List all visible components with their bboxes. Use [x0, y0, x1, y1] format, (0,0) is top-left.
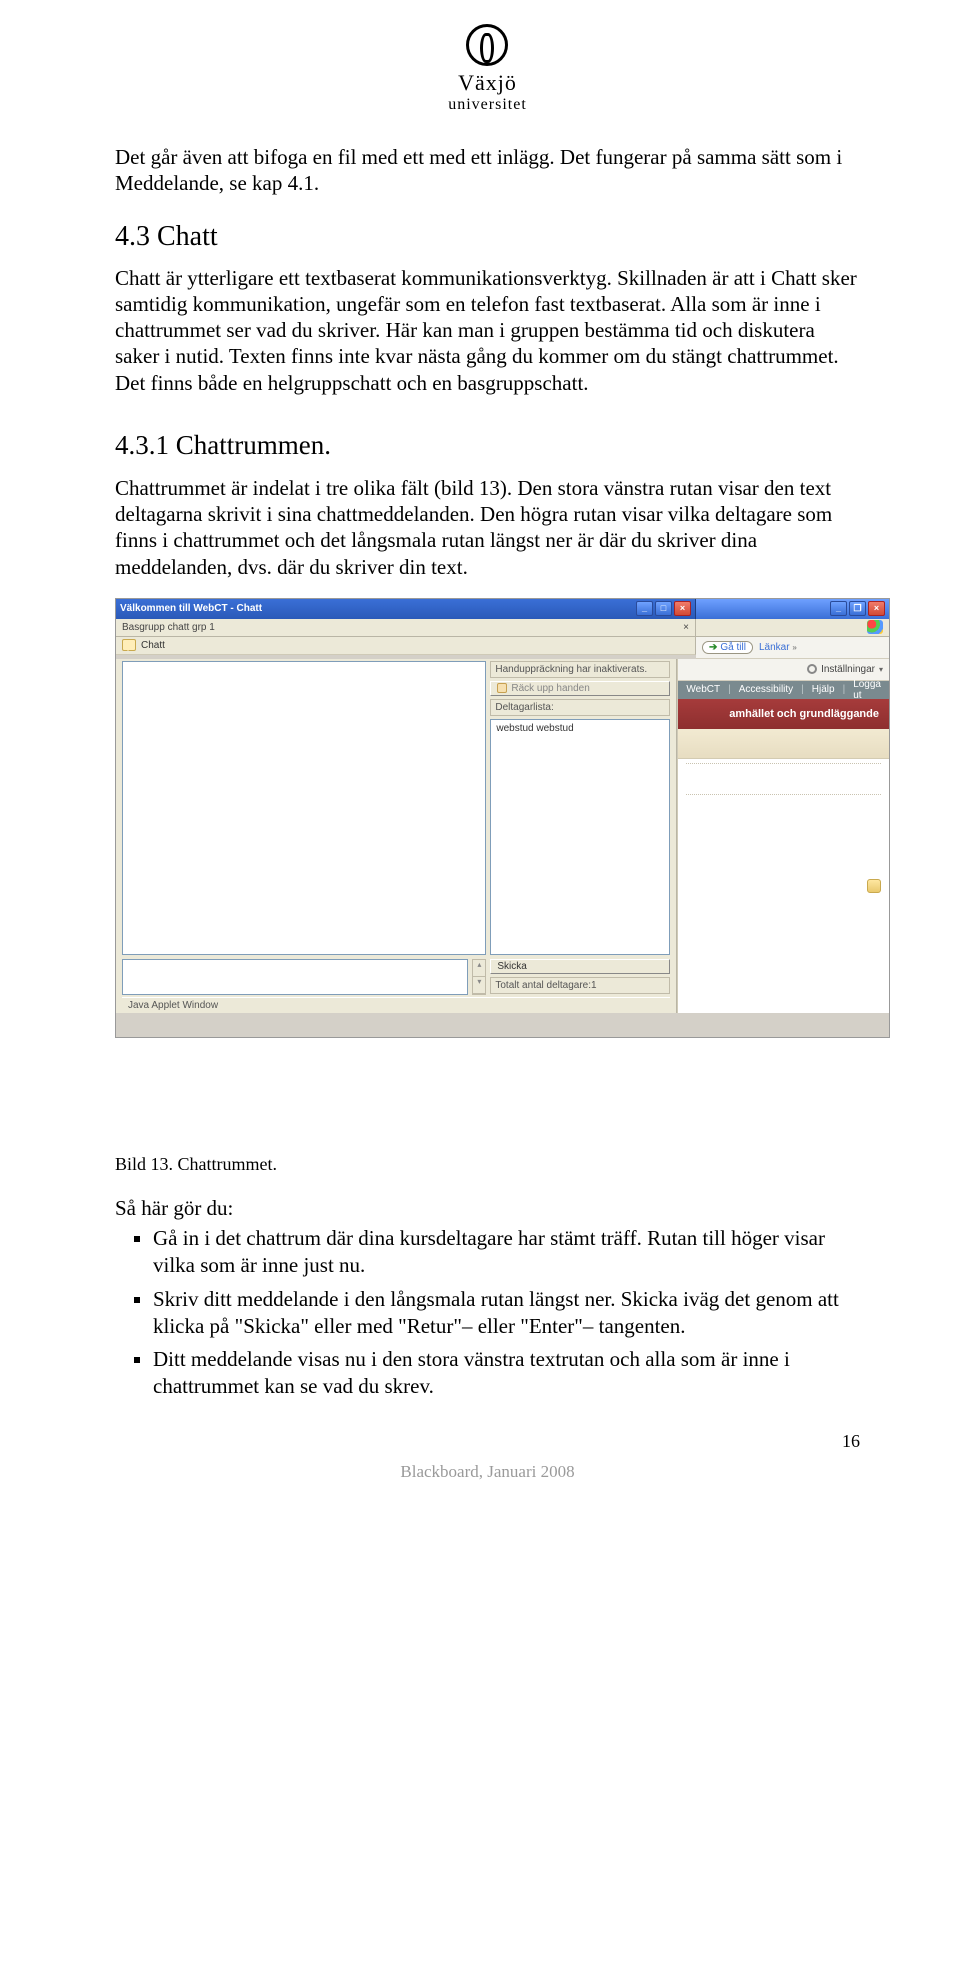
howto-list: Gå in i det chattrum där dina kursdeltag… [115, 1225, 860, 1401]
participants-label: Deltagarlista: [490, 699, 670, 716]
howto-intro: Så här gör du: [115, 1195, 860, 1221]
bg-restore-button[interactable]: ❐ [849, 601, 866, 616]
settings-toolbar: Inställningar ▾ [678, 659, 889, 681]
go-to-button[interactable]: ➔Gå till [702, 641, 753, 654]
nav-tabstrip: WebCT| Accessibility| Hjälp| Logga ut [678, 681, 889, 699]
subtitle-bar: Basgrupp chatt grp 1 × [116, 619, 696, 637]
settings-dropdown[interactable]: Inställningar ▾ [807, 664, 883, 675]
participants-list: webstud webstud [490, 719, 670, 955]
chat-tab-row: Chatt [116, 637, 696, 655]
sub-banner [678, 729, 889, 759]
input-scroll[interactable]: ▴▾ [472, 959, 486, 995]
send-button[interactable]: Skicka [490, 959, 670, 974]
figure-caption: Bild 13. Chattrummet. [115, 1154, 860, 1175]
nav-link-help[interactable]: Hjälp [812, 684, 835, 695]
subsection-paragraph: Chattrummet är indelat i tre olika fält … [115, 475, 860, 580]
window-title: Välkommen till WebCT - Chatt [120, 603, 636, 614]
links-dropdown[interactable]: Länkar » [759, 642, 797, 653]
nav-link-accessibility[interactable]: Accessibility [739, 684, 793, 695]
list-item: Gå in i det chattrum där dina kursdeltag… [153, 1225, 860, 1280]
logo-text-line1: Växjö [448, 70, 527, 96]
minimize-button[interactable]: _ [636, 601, 653, 616]
handraise-status: Handuppräckning har inaktiverats. [490, 661, 670, 678]
note-icon[interactable] [867, 879, 881, 893]
bg-minimize-button[interactable]: _ [830, 601, 847, 616]
background-window-titlebar[interactable]: _ ❐ × [696, 599, 889, 619]
hand-icon [497, 683, 507, 693]
course-banner: amhället och grundläggande [678, 699, 889, 729]
window-titlebar[interactable]: Välkommen till WebCT - Chatt _ □ × [116, 599, 696, 619]
maximize-button[interactable]: □ [655, 601, 672, 616]
list-item: Skriv ditt meddelande i den långsmala ru… [153, 1286, 860, 1341]
subtitle-text: Basgrupp chatt grp 1 [122, 622, 215, 633]
close-button[interactable]: × [674, 601, 691, 616]
bg-toolbar-spacer [696, 619, 889, 637]
intro-paragraph: Det går även att bifoga en fil med ett m… [115, 144, 860, 197]
subsection-heading: 4.3.1 Chattrummen. [115, 430, 860, 461]
logo-icon [466, 24, 508, 66]
chat-messages-pane [122, 661, 486, 955]
gear-icon [807, 664, 817, 674]
logo-text-line2: universitet [448, 96, 527, 114]
section-heading: 4.3 Chatt [115, 221, 860, 253]
list-item: Ditt meddelande visas nu i den stora vän… [153, 1346, 860, 1401]
nav-link-webct[interactable]: WebCT [686, 684, 720, 695]
participant-item: webstud webstud [496, 723, 573, 734]
subtitle-close-icon[interactable]: × [683, 622, 689, 633]
browser-toolbar: ➔Gå till Länkar » [696, 637, 889, 659]
participant-count: Totalt antal deltagare:1 [490, 977, 670, 994]
status-bar: Java Applet Window [122, 997, 670, 1013]
footer-text: Blackboard, Januari 2008 [115, 1462, 860, 1482]
section-paragraph: Chatt är ytterligare ett textbaserat kom… [115, 265, 860, 396]
chat-bubble-icon [122, 639, 136, 651]
chat-tab-label: Chatt [141, 640, 165, 651]
nav-link-logout[interactable]: Logga ut [853, 679, 881, 701]
message-input[interactable] [122, 959, 468, 995]
windows-flag-icon [867, 620, 883, 634]
bg-close-button[interactable]: × [868, 601, 885, 616]
raise-hand-button[interactable]: Räck upp handen [490, 681, 670, 696]
page-number: 16 [115, 1431, 860, 1452]
chat-screenshot: Välkommen till WebCT - Chatt _ □ × _ ❐ ×… [115, 598, 890, 1038]
university-logo: Växjö universitet [115, 24, 860, 114]
